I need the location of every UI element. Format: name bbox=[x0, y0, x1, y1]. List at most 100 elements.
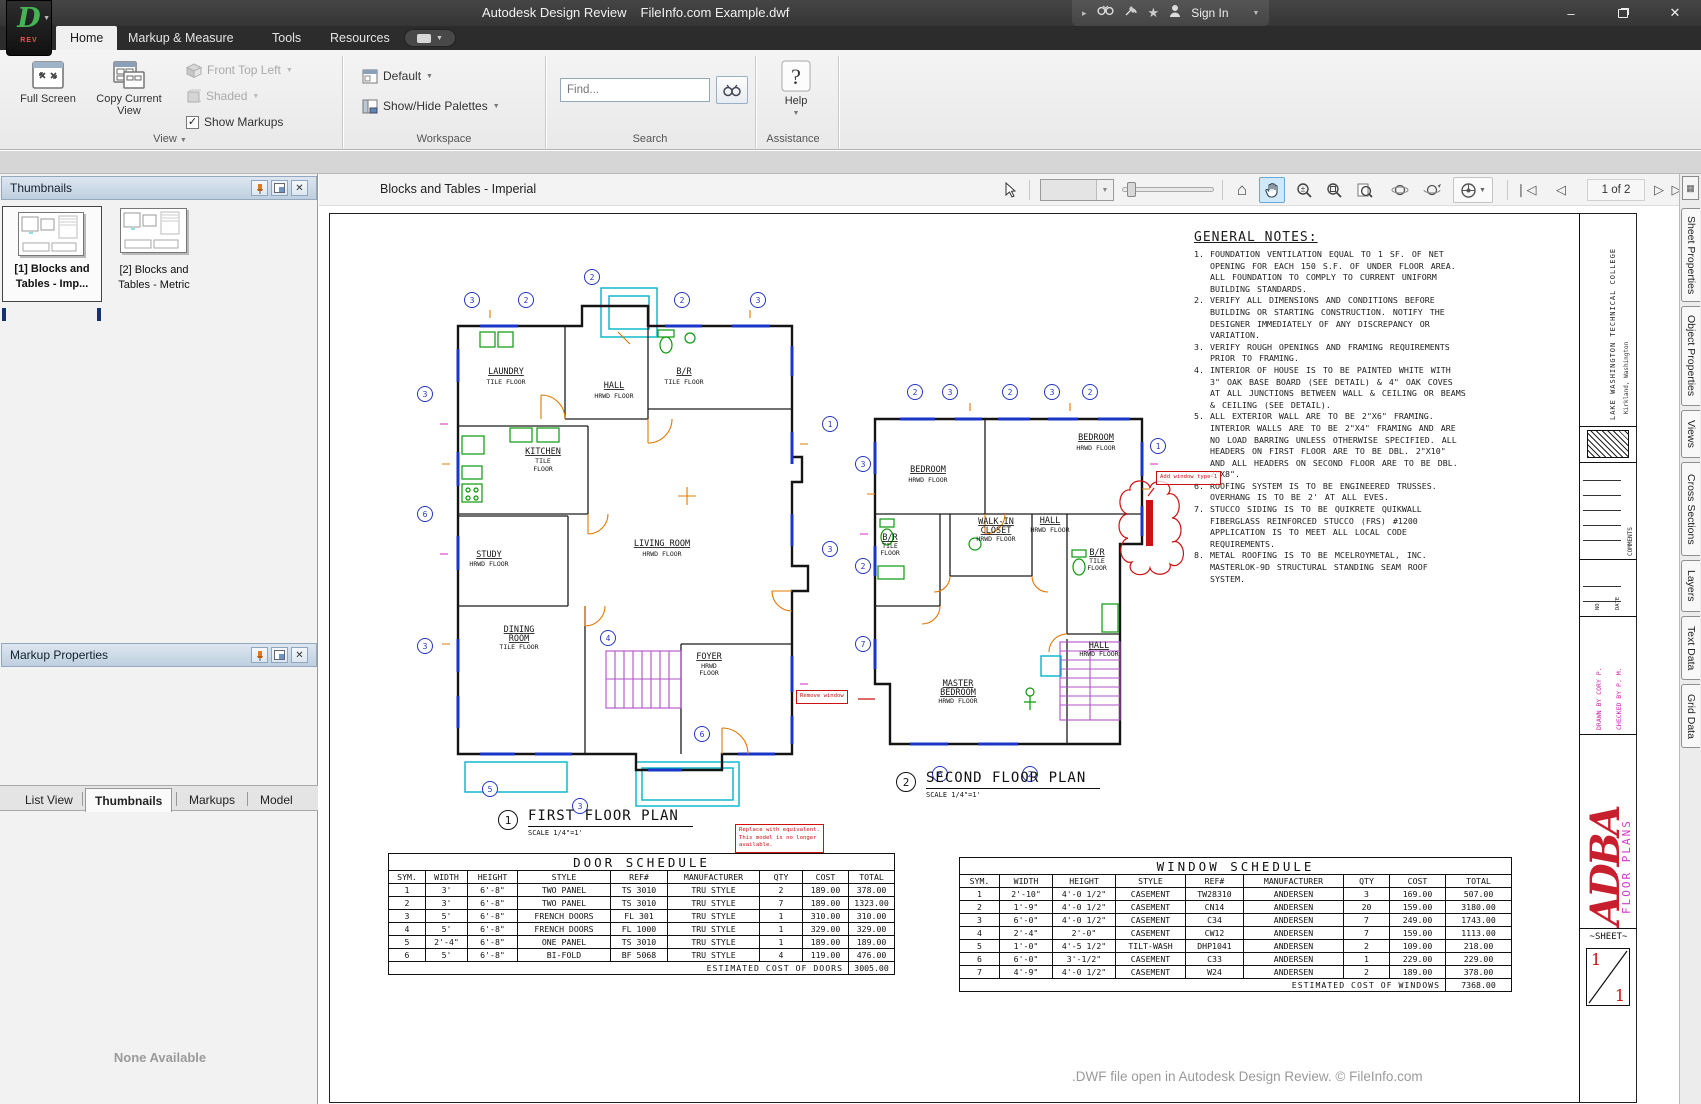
tab-model[interactable]: Model bbox=[251, 788, 302, 812]
ribbon-display-options-button[interactable]: ▼ bbox=[404, 29, 456, 47]
favorites-star-icon[interactable]: ★ bbox=[1148, 5, 1160, 21]
panel-options-button[interactable] bbox=[271, 180, 288, 196]
communication-center-icon[interactable] bbox=[1124, 4, 1138, 22]
fit-to-window-button[interactable] bbox=[1351, 177, 1377, 203]
help-button[interactable]: ? Help ▼ bbox=[768, 56, 824, 130]
auto-hide-pin-button[interactable] bbox=[251, 647, 268, 663]
front-top-left-caret-icon: ▼ bbox=[286, 67, 293, 74]
close-button[interactable]: ✕ bbox=[1649, 0, 1701, 26]
drawing-sheet[interactable]: LAUNDRY TILE FLOOR HALL HRWD FLOOR B/R T… bbox=[329, 213, 1637, 1103]
zoom-in-out-button[interactable]: ± bbox=[1291, 177, 1317, 203]
markup-new-window-bar[interactable] bbox=[1146, 500, 1153, 546]
table-footer-label: ESTIMATED COST OF WINDOWS bbox=[960, 979, 1446, 992]
plan-number-bubble: 1 bbox=[498, 810, 518, 830]
table-footer-label: ESTIMATED COST OF DOORS bbox=[389, 962, 849, 975]
sign-in-button[interactable]: Sign In bbox=[1191, 6, 1228, 20]
copy-current-view-button[interactable]: Copy Current View bbox=[88, 56, 170, 130]
close-panel-button[interactable]: ✕ bbox=[291, 647, 308, 663]
minimize-button[interactable]: – bbox=[1545, 0, 1597, 26]
previous-page-button[interactable]: ◁ bbox=[1551, 177, 1571, 203]
table-cell: 3 bbox=[960, 914, 1000, 927]
general-notes: GENERAL NOTES: 1.FOUNDATION VENTILATION … bbox=[1194, 230, 1466, 585]
user-icon[interactable] bbox=[1169, 4, 1181, 23]
app-title: Autodesk Design Review bbox=[482, 5, 627, 20]
svg-text:2: 2 bbox=[1088, 388, 1093, 397]
turntable-orbit-button[interactable] bbox=[1419, 177, 1445, 203]
watermark-note: .DWF file open in Autodesk Design Review… bbox=[1072, 1069, 1572, 1084]
close-panel-button[interactable]: ✕ bbox=[291, 180, 308, 196]
palette-rail-button[interactable]: ▦ bbox=[1682, 176, 1699, 200]
find-input[interactable] bbox=[561, 84, 727, 96]
markup-callout-replace[interactable]: Replace with equivalent. This model is n… bbox=[735, 824, 824, 853]
first-floor-tags: 32223363134536 bbox=[418, 270, 838, 814]
table-cell: 7 bbox=[1344, 914, 1390, 927]
tab-thumbnails[interactable]: Thumbnails bbox=[85, 788, 172, 812]
help-label: Help bbox=[785, 95, 808, 107]
tab-cross-sections[interactable]: Cross Sections bbox=[1681, 462, 1700, 556]
college-name: LAKE WASHINGTON TECHNICAL COLLEGE bbox=[1609, 222, 1617, 420]
tab-resources[interactable]: Resources bbox=[316, 26, 404, 50]
show-hide-palettes-button[interactable]: Show/Hide Palettes ▼ bbox=[362, 96, 500, 116]
tab-markups[interactable]: Markups bbox=[180, 788, 244, 812]
table-cell: ANDERSEN bbox=[1244, 888, 1344, 901]
note-item: 6.ROOFING SYSTEM IS TO BE ENGINEERED TRU… bbox=[1194, 481, 1466, 504]
tab-markup-measure[interactable]: Markup & Measure bbox=[114, 26, 248, 50]
table-cell: 6'-8" bbox=[468, 884, 518, 897]
table-cell: 189.00 bbox=[803, 936, 849, 949]
pan-tool-button[interactable] bbox=[1259, 177, 1285, 203]
tab-object-properties[interactable]: Object Properties bbox=[1681, 306, 1700, 406]
next-page-button[interactable]: ▷ bbox=[1649, 177, 1669, 203]
search-icon[interactable] bbox=[1097, 4, 1114, 22]
svg-text:BEDROOM: BEDROOM bbox=[910, 465, 946, 475]
column-header: REF# bbox=[1186, 875, 1244, 888]
orbit-button[interactable] bbox=[1387, 177, 1413, 203]
show-markups-checkbox[interactable]: ✓ Show Markups bbox=[186, 112, 283, 132]
tab-layers[interactable]: Layers bbox=[1681, 560, 1700, 612]
zoom-slider-thumb[interactable] bbox=[1127, 182, 1136, 197]
zoom-rectangle-button[interactable] bbox=[1321, 177, 1347, 203]
table-cell: 1 bbox=[1344, 953, 1390, 966]
select-tool-button[interactable] bbox=[997, 177, 1023, 203]
restore-button[interactable] bbox=[1597, 0, 1649, 26]
first-page-button[interactable]: ❘◁ bbox=[1515, 177, 1537, 203]
application-menu-button[interactable]: D REV ▼ bbox=[6, 0, 52, 56]
tab-grid-data[interactable]: Grid Data bbox=[1681, 684, 1700, 748]
tab-sheet-properties[interactable]: Sheet Properties bbox=[1681, 208, 1700, 302]
tab-tools[interactable]: Tools bbox=[258, 26, 315, 50]
table-cell: 4 bbox=[389, 923, 426, 936]
zoom-combobox[interactable]: ▼ bbox=[1040, 179, 1114, 201]
search-binoculars-button[interactable] bbox=[716, 76, 748, 104]
zoom-slider[interactable] bbox=[1122, 187, 1214, 192]
steering-wheel-button[interactable]: ▼ bbox=[1453, 177, 1493, 203]
auto-hide-pin-button[interactable] bbox=[251, 180, 268, 196]
panel-options-button[interactable] bbox=[271, 647, 288, 663]
markup-callout-add-window[interactable]: Add window type 1 bbox=[1156, 471, 1221, 485]
ribbon-shadow-band bbox=[0, 151, 1701, 174]
table-cell: CW12 bbox=[1186, 927, 1244, 940]
magnifier-region-icon bbox=[1326, 182, 1343, 199]
table-cell: 1743.00 bbox=[1446, 914, 1512, 927]
table-row: 42'-4"2'-0"CASEMENTCW12ANDERSEN7159.0011… bbox=[960, 927, 1512, 940]
general-notes-title: GENERAL NOTES: bbox=[1194, 230, 1466, 245]
tab-views[interactable]: Views bbox=[1681, 410, 1700, 458]
copy-current-view-label: Copy Current View bbox=[88, 93, 170, 117]
svg-text:3: 3 bbox=[828, 545, 833, 554]
home-view-button[interactable]: ⌂ bbox=[1229, 177, 1255, 203]
expand-icon[interactable]: ▸ bbox=[1082, 8, 1087, 19]
thumbnail-label-1[interactable]: [1] Blocks and Tables - Imp... bbox=[2, 262, 102, 292]
table-cell: 1'-0" bbox=[1000, 940, 1053, 953]
markup-callout-remove[interactable]: Remove window bbox=[796, 690, 848, 704]
table-cell: 507.00 bbox=[1446, 888, 1512, 901]
tab-list-view[interactable]: List View bbox=[16, 788, 82, 812]
workspace-default-button[interactable]: Default ▼ bbox=[362, 66, 433, 86]
table-cell: TRU STYLE bbox=[668, 923, 760, 936]
full-screen-button[interactable]: Full Screen bbox=[12, 56, 84, 130]
find-combobox[interactable]: ▼ bbox=[560, 78, 710, 102]
view-group-label[interactable]: View ▼ bbox=[100, 133, 240, 149]
sign-in-caret-icon[interactable]: ▼ bbox=[1253, 10, 1260, 17]
thumbnail-image-1[interactable] bbox=[18, 212, 84, 256]
thumbnail-label-2[interactable]: [2] Blocks and Tables - Metric bbox=[108, 263, 200, 293]
tab-home[interactable]: Home bbox=[56, 26, 117, 50]
tab-text-data[interactable]: Text Data bbox=[1681, 616, 1700, 680]
thumbnail-image-2[interactable] bbox=[120, 208, 187, 253]
